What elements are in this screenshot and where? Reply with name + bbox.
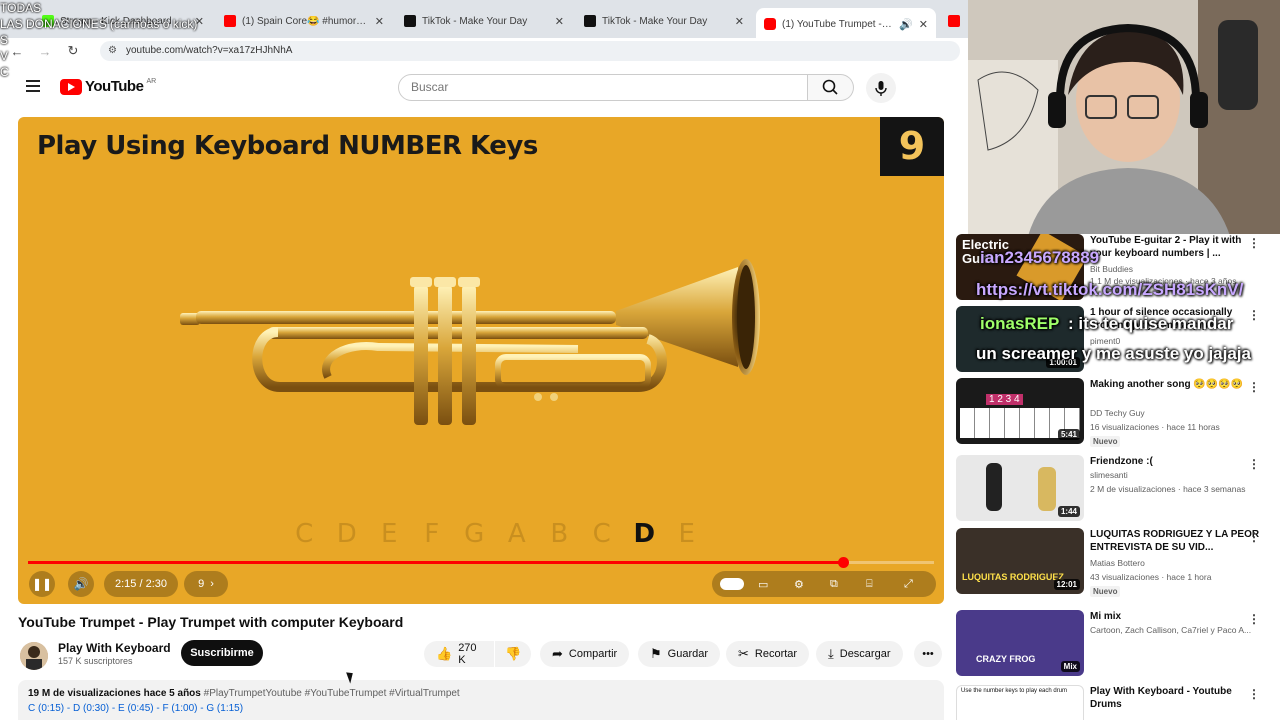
- settings-icon[interactable]: ⚙: [794, 578, 804, 591]
- share-button[interactable]: ➦ Compartir: [540, 641, 630, 667]
- note-label: C: [592, 519, 611, 549]
- video-thumbnail[interactable]: CRAZY FROG Mix: [956, 610, 1084, 676]
- miniplayer-icon[interactable]: ⧉: [830, 578, 838, 591]
- pause-icon: ❚❚: [31, 577, 53, 591]
- fullscreen-icon[interactable]: ⤢: [904, 578, 913, 591]
- note-label: E: [678, 519, 695, 549]
- youtube-play-icon: [60, 78, 82, 95]
- download-button[interactable]: ⤓ Descargar: [816, 641, 903, 667]
- channel-avatar-image: [20, 642, 48, 670]
- share-icon: ➦: [552, 646, 563, 661]
- volume-button[interactable]: 🔊: [68, 571, 94, 597]
- note-label: F: [424, 519, 440, 549]
- tab-tiktok-1[interactable]: TikTok - Make Your Day ✕: [396, 8, 572, 34]
- like-button[interactable]: 👍 270 K: [424, 641, 494, 667]
- note-label: G: [464, 519, 485, 549]
- more-horizontal-icon: •••: [922, 648, 934, 660]
- close-icon[interactable]: ✕: [375, 15, 384, 28]
- close-icon[interactable]: ✕: [735, 15, 744, 28]
- cast-icon[interactable]: ⌸: [866, 578, 873, 591]
- note-label-current: D: [633, 519, 656, 549]
- note-label: C: [295, 519, 314, 549]
- progress-fill: [28, 561, 844, 564]
- menu-icon[interactable]: [26, 80, 40, 92]
- subtitles-icon[interactable]: ▭: [758, 578, 768, 591]
- more-vert-icon[interactable]: ⋮: [1248, 380, 1260, 394]
- recommendation-item[interactable]: 1 2 3 4 5:41 Making another song 🥺🥺🥺🥺 DD…: [956, 378, 1280, 447]
- search-button[interactable]: [808, 74, 854, 101]
- video-player[interactable]: Play Using Keyboard NUMBER Keys 9 C D E …: [18, 117, 944, 604]
- channel-avatar[interactable]: [20, 642, 48, 670]
- youtube-logo[interactable]: YouTube AR: [60, 78, 156, 95]
- tab-spain-core[interactable]: (1) Spain Core😂 #humor #esp ✕: [216, 8, 392, 34]
- url-field[interactable]: ⚙ youtube.com/watch?v=xa17zHJhNhA: [100, 41, 960, 61]
- note-label: A: [507, 519, 526, 549]
- recommendation-item[interactable]: LUQUITAS RODRIGUEZ 12:01 LUQUITAS RODRIG…: [956, 528, 1280, 597]
- more-actions-button[interactable]: •••: [914, 641, 942, 667]
- pause-button[interactable]: ❚❚: [29, 571, 55, 597]
- thumbs-up-icon: 👍: [436, 646, 453, 661]
- note-label: B: [550, 519, 569, 549]
- close-icon[interactable]: ✕: [919, 18, 928, 31]
- more-vert-icon[interactable]: ⋮: [1248, 530, 1260, 544]
- search-input[interactable]: Buscar: [398, 74, 808, 101]
- save-button[interactable]: ⚑ Guardar: [638, 641, 721, 667]
- tab-youtube-extra[interactable]: [940, 8, 968, 34]
- channel-name[interactable]: Play With Keyboard: [58, 641, 171, 655]
- speaker-icon[interactable]: 🔊: [899, 18, 913, 31]
- figure-shape: [986, 463, 1002, 511]
- more-vert-icon[interactable]: ⋮: [1248, 457, 1260, 471]
- video-title: YouTube Trumpet - Play Trumpet with comp…: [18, 614, 404, 630]
- more-vert-icon[interactable]: ⋮: [1248, 687, 1260, 701]
- youtube-icon: [948, 15, 960, 27]
- tab-tiktok-2[interactable]: TikTok - Make Your Day ✕: [576, 8, 752, 34]
- chevron-right-icon: ›: [210, 578, 214, 590]
- close-icon[interactable]: ✕: [555, 15, 564, 28]
- tiktok-icon: [404, 15, 416, 27]
- note-label: E: [381, 519, 398, 549]
- video-thumbnail[interactable]: 1 2 3 4 5:41: [956, 378, 1084, 444]
- note-strip: C D E F G A B C D E: [283, 519, 708, 549]
- recommendation-item[interactable]: CRAZY FROG Mix Mi mix Cartoon, Zach Call…: [956, 610, 1280, 676]
- video-thumbnail[interactable]: Use the number keys to play each drum: [956, 685, 1084, 720]
- progress-bar[interactable]: [28, 557, 934, 568]
- video-thumbnail[interactable]: LUQUITAS RODRIGUEZ 12:01: [956, 528, 1084, 594]
- screen: Stream - Kick Dashboard ✕ (1) Spain Core…: [0, 0, 1280, 720]
- bookmark-icon: ⚑: [650, 646, 662, 661]
- chapter-button[interactable]: 9 ›: [184, 571, 228, 597]
- subscriber-count: 157 K suscriptores: [58, 656, 133, 666]
- webcam-feed: [968, 0, 1280, 236]
- volume-icon: 🔊: [73, 577, 89, 591]
- recommendations-panel: Electric Guitar YouTube E-guitar 2 - Pla…: [956, 234, 1280, 720]
- scissors-icon: ✂: [738, 646, 749, 661]
- player-right-controls: ▭ ⚙ ⧉ ⌸ ⤢: [712, 571, 936, 597]
- more-vert-icon[interactable]: ⋮: [1248, 308, 1260, 322]
- search-icon: [822, 79, 838, 95]
- more-vert-icon[interactable]: ⋮: [1248, 612, 1260, 626]
- tiktok-icon: [584, 15, 596, 27]
- youtube-icon: [224, 15, 236, 27]
- note-label: D: [336, 519, 357, 549]
- figure-shape: [1038, 467, 1056, 511]
- youtube-icon: [764, 18, 776, 30]
- thumbs-down-icon: 👎: [505, 646, 522, 661]
- subscribe-button[interactable]: Suscribirme: [181, 640, 263, 666]
- download-icon: ⤓: [828, 646, 834, 661]
- description-box[interactable]: 19 M de visualizaciones hace 5 años #Pla…: [18, 680, 944, 720]
- webcam-image: [968, 0, 1280, 236]
- autoplay-toggle[interactable]: [720, 578, 744, 590]
- stream-overlay-text: TODAS LAS DONACIONES (cariñoas o kick) S…: [0, 1, 198, 79]
- recommendation-item[interactable]: 1:44 Friendzone :( slimesanti 2 M de vis…: [956, 455, 1280, 521]
- microphone-icon: [875, 81, 887, 96]
- clip-button[interactable]: ✂ Recortar: [726, 641, 810, 667]
- more-vert-icon[interactable]: ⋮: [1248, 236, 1260, 250]
- video-thumbnail[interactable]: 1:44: [956, 455, 1084, 521]
- voice-search-button[interactable]: [866, 73, 896, 103]
- recommendation-item[interactable]: Use the number keys to play each drum Pl…: [956, 685, 1280, 720]
- dislike-button[interactable]: 👎: [495, 641, 531, 667]
- time-display: 2:15 / 2:30: [104, 571, 178, 597]
- tab-youtube-trumpet[interactable]: (1) YouTube Trumpet - Play 🔊 ✕: [756, 8, 936, 40]
